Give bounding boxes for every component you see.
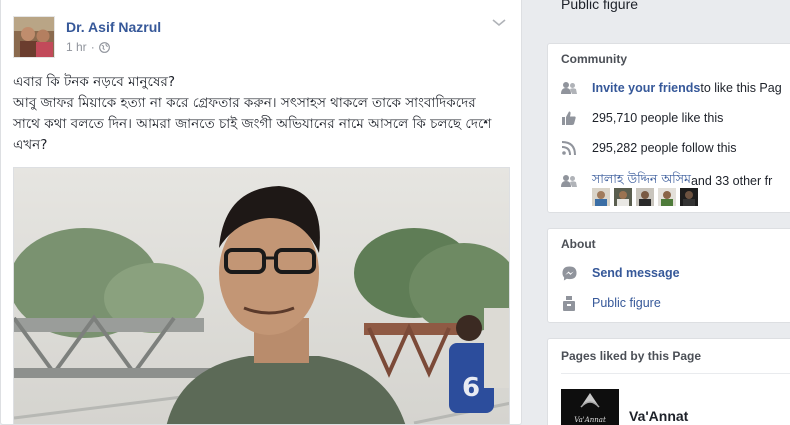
community-card: Community Invite your friends to like th… — [547, 43, 790, 213]
author-avatar[interactable] — [13, 16, 55, 58]
globe-icon[interactable] — [98, 41, 110, 53]
friend-avatar[interactable] — [636, 188, 654, 206]
post-card: Dr. Asif Nazrul 1 hr · এবার কি টনক নড়বে… — [0, 0, 522, 425]
category-link[interactable]: Public figure — [592, 296, 661, 310]
friends-icon — [561, 173, 577, 189]
author-name[interactable]: Dr. Asif Nazrul — [66, 19, 161, 35]
friend-avatar[interactable] — [614, 188, 632, 206]
send-message-link[interactable]: Send message — [592, 266, 680, 280]
friend-avatar[interactable] — [592, 188, 610, 206]
post-line: আবু জাফর মিয়াকে হত্যা না করে গ্রেফতার ক… — [13, 95, 476, 111]
pages-liked-title: Pages liked by this Page — [561, 349, 702, 363]
thumbs-up-icon — [561, 110, 577, 126]
post-timestamp[interactable]: 1 hr — [66, 40, 87, 54]
about-title: About — [561, 237, 596, 251]
follows-row: 295,282 people follow this — [561, 140, 737, 156]
likes-count: 295,710 people like this — [592, 111, 724, 125]
post-body: এবার কি টনক নড়বে মানুষের? আবু জাফর মিয়… — [13, 72, 509, 156]
liked-page-name[interactable]: Va'Annat — [629, 408, 688, 424]
friend-thumbnails — [592, 188, 698, 206]
chevron-down-icon[interactable] — [489, 16, 509, 30]
send-message-row[interactable]: Send message — [561, 265, 680, 281]
jersey-number: 6 — [462, 373, 480, 403]
pages-liked-card: Pages liked by this Page Va'Annat Va'Ann… — [547, 338, 790, 425]
post-meta: 1 hr · — [66, 40, 110, 54]
about-card: About Send message Public figure — [547, 228, 790, 323]
friends-text: and 33 other fr — [690, 174, 773, 188]
post-line: সাথে কথা বলতে দিন। আমরা জানতে চাই জংগী অ… — [13, 116, 492, 132]
messenger-icon — [561, 265, 577, 281]
invite-friends-link[interactable]: Invite your friends — [592, 81, 700, 95]
logo-text: Va'Annat — [574, 416, 606, 424]
people-icon — [561, 80, 577, 96]
friend-avatar[interactable] — [658, 188, 676, 206]
divider — [561, 373, 790, 374]
post-line: এবার কি টনক নড়বে মানুষের? — [13, 74, 176, 90]
rss-icon — [561, 140, 577, 156]
friend-avatar[interactable] — [680, 188, 698, 206]
invite-friends-row: Invite your friends to like this Pag — [561, 80, 782, 96]
follows-count: 295,282 people follow this — [592, 141, 737, 155]
post-photo[interactable]: 6 — [13, 167, 510, 424]
post-header: Dr. Asif Nazrul 1 hr · — [13, 16, 509, 62]
likes-row: 295,710 people like this — [561, 110, 723, 126]
category-label: Public figure — [561, 0, 639, 12]
post-line: এখন? — [13, 137, 48, 153]
community-title: Community — [561, 52, 627, 66]
meta-separator: · — [90, 40, 95, 54]
podium-icon — [561, 295, 577, 311]
liked-page-logo[interactable]: Va'Annat — [561, 389, 619, 425]
category-row: Public figure — [561, 295, 661, 311]
invite-text: to like this Pag — [700, 81, 782, 95]
